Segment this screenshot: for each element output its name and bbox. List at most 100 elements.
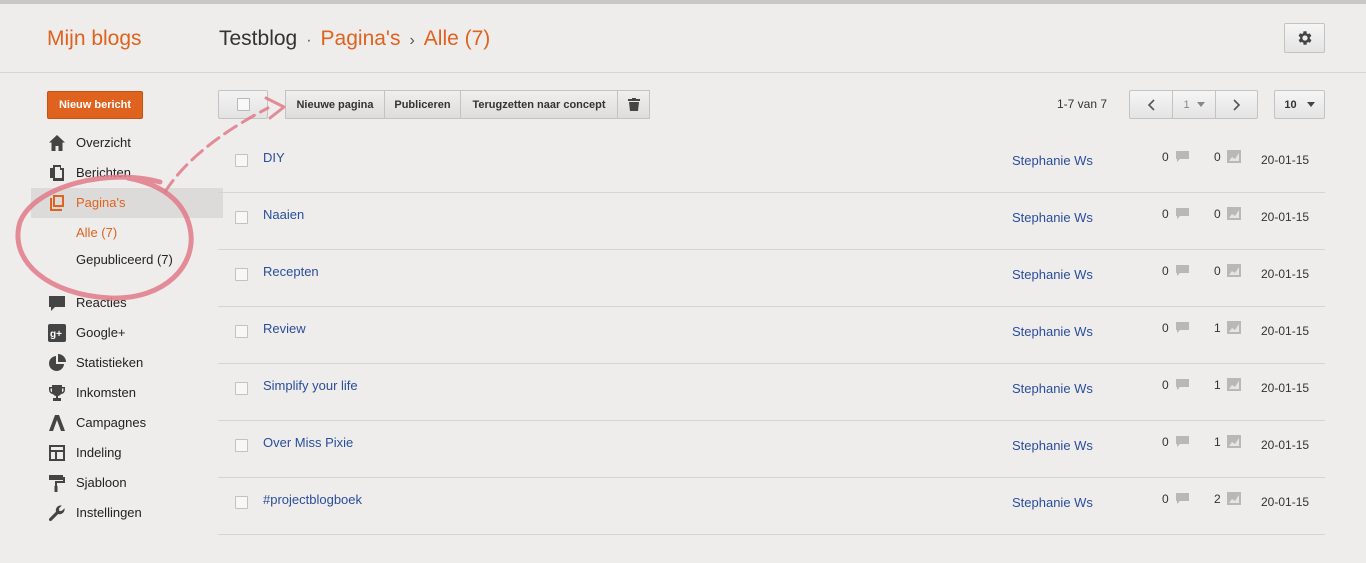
page-title-link[interactable]: Review xyxy=(263,321,306,336)
settings-button[interactable] xyxy=(1284,23,1325,53)
row-checkbox[interactable] xyxy=(235,496,248,509)
row-checkbox[interactable] xyxy=(235,211,248,224)
my-blogs-link[interactable]: Mijn blogs xyxy=(47,27,142,51)
sidebar-item-posts[interactable]: Berichten xyxy=(31,158,223,188)
page-title-link[interactable]: Recepten xyxy=(263,264,319,279)
breadcrumb-dot: · xyxy=(306,32,312,49)
sidebar-item-label: Inkomsten xyxy=(76,385,136,400)
select-all-checkbox[interactable] xyxy=(218,90,268,119)
sidebar-item-layout[interactable]: Indeling xyxy=(31,438,223,468)
sidebar-item-stats[interactable]: Statistieken xyxy=(31,348,223,378)
breadcrumb-blog-name[interactable]: Testblog xyxy=(219,27,297,50)
sidebar-item-label: Google+ xyxy=(76,325,126,340)
sidebar-item-label: Sjabloon xyxy=(76,475,127,490)
sidebar-subitem-published[interactable]: Gepubliceerd (7) xyxy=(76,252,173,267)
sidebar-item-label: Overzicht xyxy=(76,135,131,150)
chevron-right-icon xyxy=(1232,98,1240,111)
sidebar-item-template[interactable]: Sjabloon xyxy=(31,468,223,498)
pageview-count: 0 xyxy=(1214,207,1221,221)
gear-icon xyxy=(1298,31,1311,45)
new-post-button[interactable]: Nieuw bericht xyxy=(47,91,143,119)
pages-icon xyxy=(50,195,64,211)
table-row: Over Miss Pixie Stephanie Ws 0 1 20-01-15 xyxy=(218,421,1325,478)
sidebar-item-campaigns[interactable]: Campagnes xyxy=(31,408,223,438)
row-checkbox[interactable] xyxy=(235,325,248,338)
table-row: Simplify your life Stephanie Ws 0 1 20-01-15 xyxy=(218,364,1325,421)
page-author[interactable]: Stephanie Ws xyxy=(1012,381,1093,396)
publish-button[interactable]: Publiceren xyxy=(384,90,461,119)
sidebar-item-label: Statistieken xyxy=(76,355,144,370)
page-date: 20-01-15 xyxy=(1261,495,1310,509)
row-checkbox[interactable] xyxy=(235,439,248,452)
sidebar-subitem-all[interactable]: Alle (7) xyxy=(76,225,117,240)
checkbox-box xyxy=(237,98,250,111)
page-author[interactable]: Stephanie Ws xyxy=(1012,438,1093,453)
prev-page-button[interactable] xyxy=(1129,90,1173,119)
page-date: 20-01-15 xyxy=(1261,153,1310,167)
google-plus-icon: g+ xyxy=(48,324,66,342)
page-author[interactable]: Stephanie Ws xyxy=(1012,324,1093,339)
page-author[interactable]: Stephanie Ws xyxy=(1012,267,1093,282)
page-date: 20-01-15 xyxy=(1261,324,1310,338)
page-title-link[interactable]: Over Miss Pixie xyxy=(263,435,353,450)
row-checkbox[interactable] xyxy=(235,268,248,281)
row-checkbox[interactable] xyxy=(235,154,248,167)
delete-button[interactable] xyxy=(617,90,650,119)
pageviews-icon xyxy=(1227,378,1241,391)
page-title-link[interactable]: Simplify your life xyxy=(263,378,358,393)
sidebar-item-pages[interactable]: Pagina's xyxy=(31,188,223,218)
page-select[interactable]: 1 xyxy=(1172,90,1216,119)
comment-count: 0 xyxy=(1162,378,1169,392)
pageviews-icon xyxy=(1227,264,1241,277)
comment-count: 0 xyxy=(1162,150,1169,164)
pageviews-icon xyxy=(1227,207,1241,220)
sidebar-item-comments[interactable]: Reacties xyxy=(31,288,223,318)
sidebar-item-label: Reacties xyxy=(76,295,127,310)
page-number: 1 xyxy=(1183,98,1190,111)
page-date: 20-01-15 xyxy=(1261,381,1310,395)
pageviews-icon xyxy=(1227,435,1241,448)
per-page-value: 10 xyxy=(1284,98,1297,111)
trash-icon xyxy=(627,98,640,111)
sidebar-item-overview[interactable]: Overzicht xyxy=(31,128,223,158)
comment-icon xyxy=(1176,265,1189,276)
page-author[interactable]: Stephanie Ws xyxy=(1012,153,1093,168)
comment-count: 0 xyxy=(1162,264,1169,278)
wrench-icon xyxy=(48,505,65,522)
sidebar-item-label: Indeling xyxy=(76,445,122,460)
annotation-arrow-head xyxy=(264,96,286,120)
revert-to-draft-button[interactable]: Terugzetten naar concept xyxy=(460,90,618,119)
trophy-icon xyxy=(49,385,65,401)
page-title-link[interactable]: DIY xyxy=(263,150,285,165)
new-page-button[interactable]: Nieuwe pagina xyxy=(285,90,385,119)
comment-icon xyxy=(1176,493,1189,504)
home-icon xyxy=(49,135,65,151)
campaigns-icon xyxy=(49,415,65,431)
page-author[interactable]: Stephanie Ws xyxy=(1012,495,1093,510)
page-title-link[interactable]: #projectblogboek xyxy=(263,492,362,507)
comment-count: 0 xyxy=(1162,321,1169,335)
sidebar-item-label: Campagnes xyxy=(76,415,147,430)
pageview-count: 0 xyxy=(1214,264,1221,278)
posts-icon xyxy=(50,165,64,181)
page-title-link[interactable]: Naaien xyxy=(263,207,304,222)
pageview-count: 1 xyxy=(1214,378,1221,392)
sidebar-item-earnings[interactable]: Inkomsten xyxy=(31,378,223,408)
svg-text:g+: g+ xyxy=(50,329,62,340)
next-page-button[interactable] xyxy=(1215,90,1258,119)
comment-count: 0 xyxy=(1162,435,1169,449)
per-page-select[interactable]: 10 xyxy=(1274,90,1325,119)
sidebar-item-settings[interactable]: Instellingen xyxy=(31,498,223,528)
table-row: Review Stephanie Ws 0 1 20-01-15 xyxy=(218,307,1325,364)
breadcrumb-section[interactable]: Pagina's xyxy=(321,27,401,50)
table-row: DIY Stephanie Ws 0 0 20-01-15 xyxy=(218,136,1325,193)
sidebar-item-google-plus[interactable]: g+ Google+ xyxy=(31,318,223,348)
caret-down-icon xyxy=(1306,102,1315,107)
row-checkbox[interactable] xyxy=(235,382,248,395)
page-date: 20-01-15 xyxy=(1261,210,1310,224)
breadcrumb-chevron: › xyxy=(409,32,415,49)
page-author[interactable]: Stephanie Ws xyxy=(1012,210,1093,225)
page-date: 20-01-15 xyxy=(1261,267,1310,281)
comment-icon xyxy=(1176,436,1189,447)
comment-count: 0 xyxy=(1162,207,1169,221)
